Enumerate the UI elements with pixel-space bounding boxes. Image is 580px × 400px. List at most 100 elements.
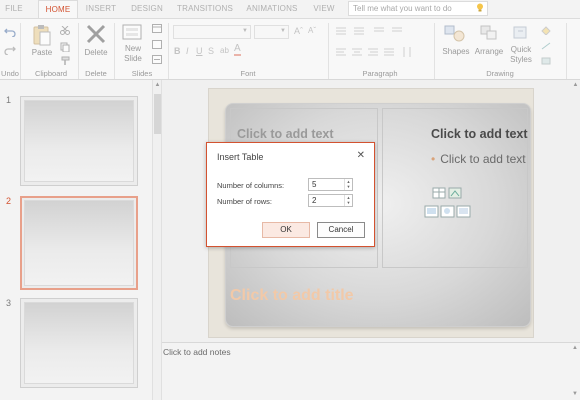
delete-group-label: Delete <box>85 69 107 78</box>
scroll-up-arrow[interactable]: ▲ <box>572 345 578 351</box>
quick-styles-button[interactable]: Quick Styles <box>506 45 536 65</box>
ribbon-divider <box>168 23 169 79</box>
tab-insert[interactable]: INSERT <box>82 0 120 17</box>
slide-thumbnails-pane: 1 2 3 <box>0 80 152 400</box>
font-size-box[interactable]: ▼ <box>254 25 289 39</box>
shapes-button[interactable]: Shapes <box>440 47 472 56</box>
shape-effects-icon[interactable] <box>540 56 552 66</box>
right-placeholder-bullet-text: Click to add text <box>440 152 526 166</box>
slide-thumbnail-2[interactable] <box>20 196 138 290</box>
paste-icon[interactable] <box>32 24 52 46</box>
shapes-icon[interactable] <box>444 24 466 42</box>
rows-stepper[interactable]: 2 ▲ ▼ <box>308 194 353 207</box>
tab-home[interactable]: HOME <box>38 0 78 18</box>
ribbon-divider <box>566 23 567 79</box>
scroll-up-arrow[interactable]: ▲ <box>572 82 579 88</box>
ribbon-divider <box>114 23 115 79</box>
cut-icon[interactable] <box>60 26 70 35</box>
title-placeholder[interactable]: Click to add title <box>230 287 354 305</box>
tab-design[interactable]: DESIGN <box>127 0 167 17</box>
scroll-down-arrow[interactable]: ▼ <box>572 391 578 397</box>
tell-me-placeholder: Tell me what you want to do <box>353 4 452 13</box>
cancel-button[interactable]: Cancel <box>317 222 365 238</box>
close-icon[interactable]: ✕ <box>357 150 365 161</box>
spin-down-icon[interactable]: ▼ <box>346 200 351 205</box>
scroll-up-arrow[interactable]: ▲ <box>154 82 161 88</box>
font-shrink-icon[interactable]: Aˇ <box>308 26 316 35</box>
shape-fill-icon[interactable] <box>540 25 552 35</box>
font-name-box[interactable]: ▼ <box>173 25 251 39</box>
tab-view[interactable]: VIEW <box>310 0 338 17</box>
redo-icon[interactable] <box>4 45 16 55</box>
new-slide-icon[interactable] <box>122 23 144 43</box>
rows-label: Number of rows: <box>217 197 273 206</box>
undo-icon[interactable] <box>4 27 16 37</box>
paste-button[interactable]: Paste <box>28 48 56 57</box>
left-placeholder-text: Click to add text <box>237 127 334 141</box>
slides-group-label: Slides <box>131 69 153 78</box>
columns-spin-buttons: ▲ ▼ <box>344 179 352 190</box>
arrange-icon[interactable] <box>480 25 498 41</box>
delete-x-icon[interactable] <box>86 24 106 44</box>
rows-value[interactable]: 2 <box>312 196 316 205</box>
thumbnail-preview <box>24 100 134 182</box>
copy-icon[interactable] <box>60 42 70 52</box>
chevron-down-icon: ▼ <box>280 28 286 34</box>
tab-file[interactable]: FILE <box>0 0 28 17</box>
slide-thumbnail-3[interactable] <box>20 298 138 388</box>
spin-down-icon[interactable]: ▼ <box>346 184 351 189</box>
font-color-icon[interactable]: A <box>234 44 241 56</box>
strikethrough-icon[interactable]: S <box>208 46 214 56</box>
insert-table-dialog: Insert Table ✕ Number of columns: 5 ▲ ▼ … <box>206 142 375 247</box>
ribbon-tab-bar: FILE HOME INSERT DESIGN TRANSITIONS ANIM… <box>0 0 580 18</box>
bold-icon[interactable]: B <box>174 46 181 56</box>
notes-placeholder: Click to add notes <box>163 347 231 357</box>
font-group-label: Font <box>240 69 256 78</box>
undo-group-label: Undo <box>1 69 19 78</box>
columns-value[interactable]: 5 <box>312 180 316 189</box>
scroll-thumb[interactable] <box>154 94 161 134</box>
char-spacing-icon[interactable]: ab <box>220 46 229 55</box>
ribbon-divider <box>434 23 435 79</box>
paragraph-group-label: Paragraph <box>362 69 398 78</box>
dialog-title: Insert Table <box>217 152 264 162</box>
slide-number: 1 <box>6 95 12 105</box>
thumbnail-preview <box>24 200 134 286</box>
underline-icon[interactable]: U <box>196 46 203 56</box>
slide-number: 3 <box>6 298 12 308</box>
columns-label: Number of columns: <box>217 181 285 190</box>
paragraph-icons[interactable] <box>334 25 426 65</box>
font-grow-icon[interactable]: Aˆ <box>294 26 303 36</box>
new-slide-button[interactable]: New Slide <box>118 44 148 64</box>
thumbnails-scrollbar[interactable]: ▲ <box>152 80 162 400</box>
tell-me-search[interactable]: Tell me what you want to do <box>348 1 488 16</box>
tab-transitions[interactable]: TRANSITIONS <box>174 0 236 17</box>
section-icon[interactable] <box>152 55 162 64</box>
rows-spin-buttons: ▲ ▼ <box>344 195 352 206</box>
clipboard-group-label: Clipboard <box>34 69 68 78</box>
slide-number: 2 <box>6 196 12 206</box>
right-placeholder-bullet: • Click to add text <box>431 152 526 166</box>
quick-styles-icon[interactable] <box>512 24 530 42</box>
right-placeholder-title: Click to add text <box>431 127 528 141</box>
format-painter-icon[interactable] <box>60 56 70 66</box>
ok-button[interactable]: OK <box>262 222 310 238</box>
tab-animations[interactable]: ANIMATIONS <box>244 0 300 17</box>
arrange-button[interactable]: Arrange <box>472 47 506 56</box>
shape-outline-icon[interactable] <box>540 41 552 51</box>
insert-content-icons[interactable] <box>424 186 472 222</box>
ribbon-divider <box>20 23 21 79</box>
thumbnail-preview <box>24 302 134 384</box>
delete-button[interactable]: Delete <box>82 48 110 57</box>
columns-stepper[interactable]: 5 ▲ ▼ <box>308 178 353 191</box>
chevron-down-icon: ▼ <box>242 28 248 34</box>
italic-icon[interactable]: I <box>186 46 189 56</box>
slide-thumbnail-1[interactable] <box>20 96 138 186</box>
notes-pane[interactable]: Click to add notes ▲ ▼ <box>162 342 580 400</box>
ribbon-divider <box>328 23 329 79</box>
layout-icon[interactable] <box>152 24 162 33</box>
ribbon: Undo Paste Clipboard Delete Delete New S… <box>0 18 580 80</box>
ribbon-divider <box>78 23 79 79</box>
lightbulb-icon <box>477 3 483 12</box>
reset-icon[interactable] <box>152 40 162 49</box>
